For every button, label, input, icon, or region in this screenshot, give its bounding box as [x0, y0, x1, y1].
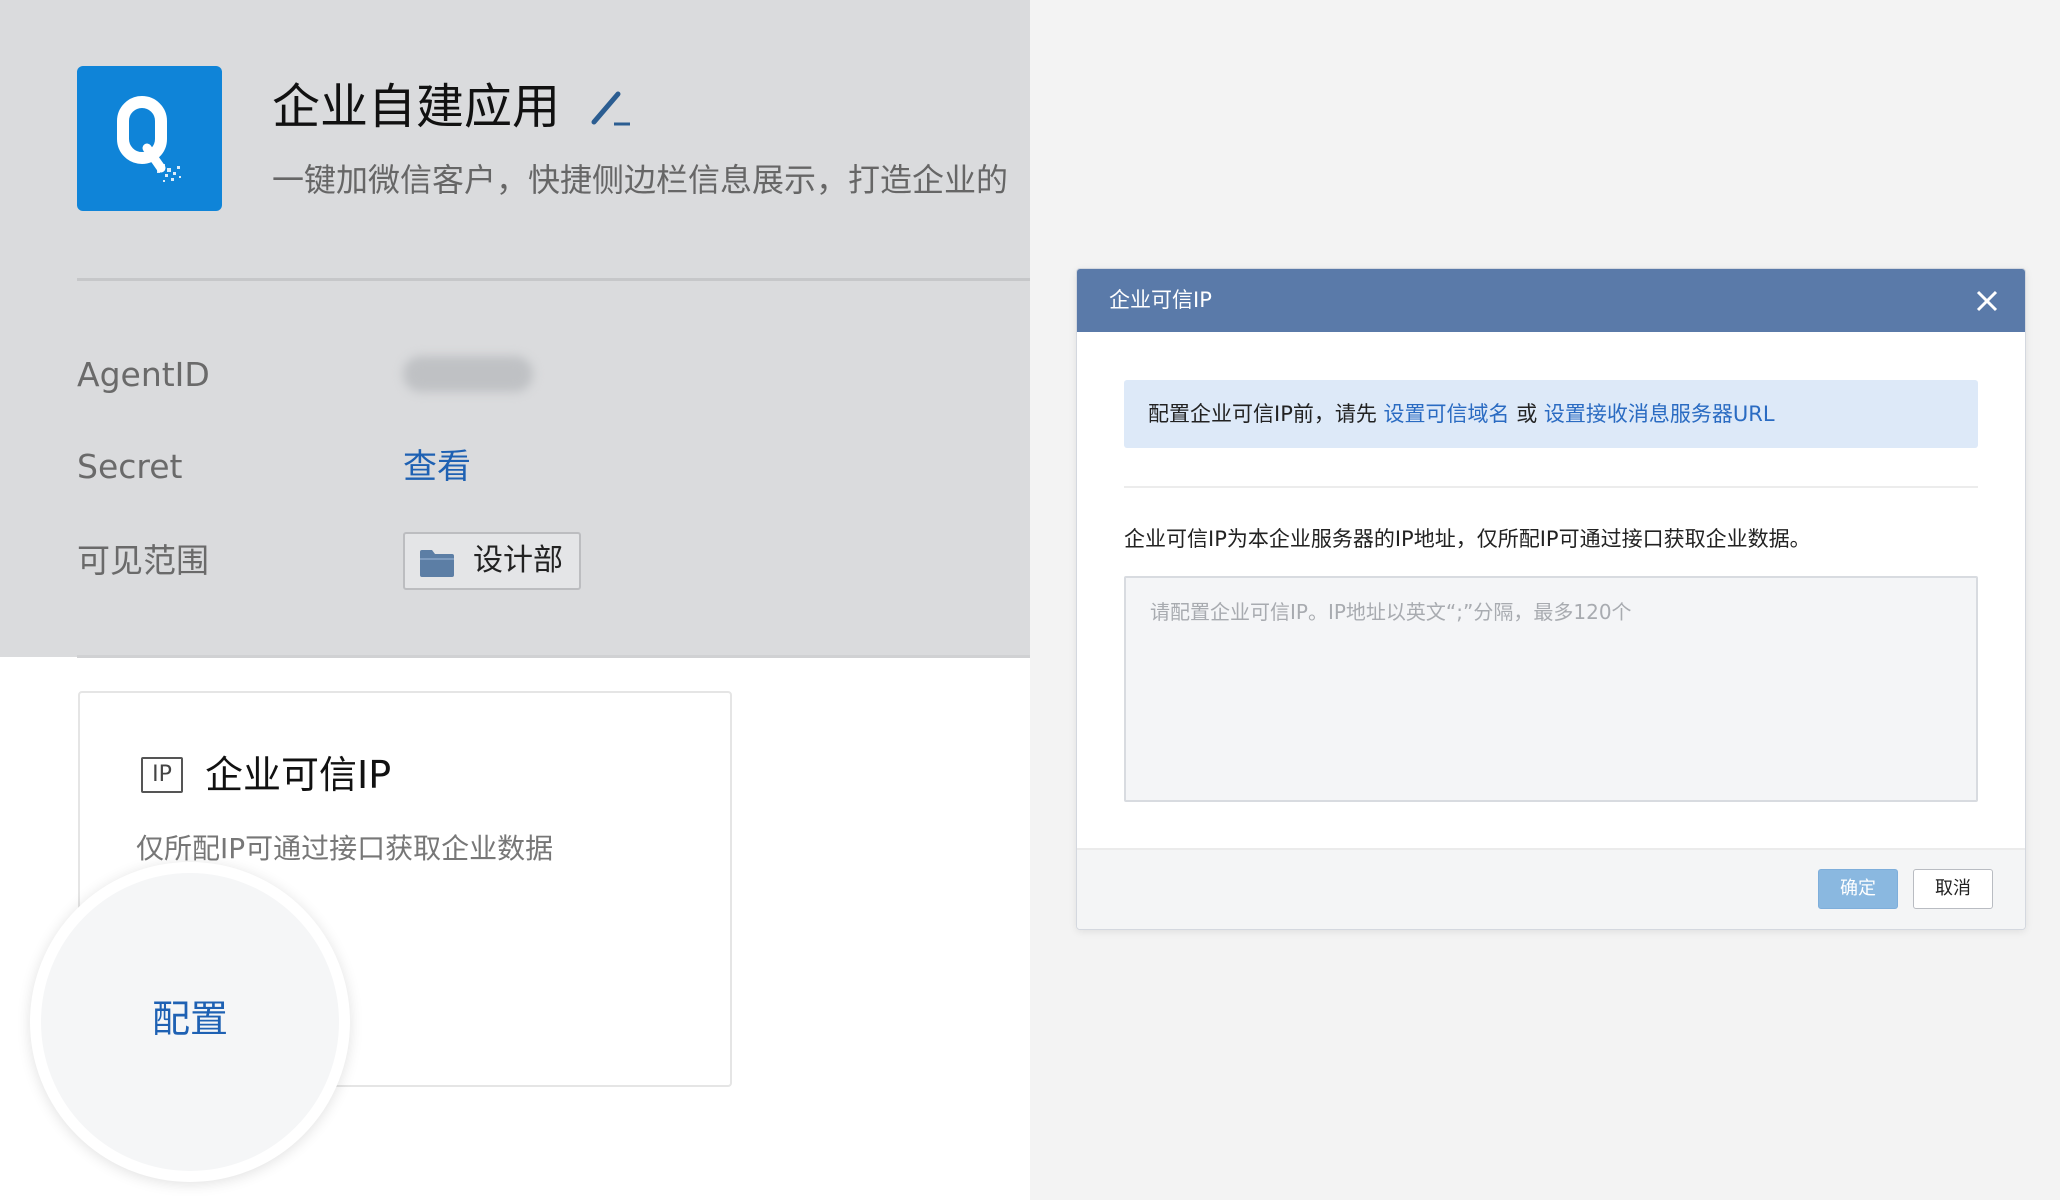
secret-view-link[interactable]: 查看: [403, 444, 471, 490]
dialog-title: 企业可信IP: [1109, 288, 1212, 312]
app-description: 一键加微信客户，快捷侧边栏信息展示，打造企业的: [272, 161, 1009, 199]
app-detail-panel: 企业自建应用 一键加微信客户，快捷侧边栏信息展示，打造企业的 AgentID S…: [0, 0, 1030, 1200]
notice-prefix: 配置企业可信IP前，请先: [1148, 402, 1377, 426]
trusted-ip-input[interactable]: [1124, 576, 1978, 802]
dialog-backdrop: 企业可信IP 配置企业可信IP前，请先 设置可信域名 或 设置接收消息服务器UR…: [1030, 0, 2060, 1200]
agentid-value-blurred: [403, 356, 533, 392]
app-title: 企业自建应用: [272, 79, 561, 135]
dialog-footer: 确定 取消: [1077, 848, 2025, 929]
app-header-section: 企业自建应用 一键加微信客户，快捷侧边栏信息展示，打造企业的 AgentID S…: [0, 0, 1030, 658]
secret-label: Secret: [77, 447, 183, 486]
scope-department-tag[interactable]: 设计部: [403, 532, 581, 590]
divider: [1124, 486, 1978, 488]
divider: [77, 655, 1030, 658]
ip-badge-icon: IP: [141, 757, 183, 793]
visible-scope-label: 可见范围: [77, 541, 209, 580]
close-icon[interactable]: [1975, 289, 1999, 313]
app-logo: [77, 66, 222, 211]
set-message-server-url-link[interactable]: 设置接收消息服务器URL: [1544, 402, 1775, 426]
edit-icon[interactable]: [588, 86, 634, 132]
divider: [77, 278, 1030, 281]
scope-department-name: 设计部: [473, 543, 563, 578]
trusted-ip-description: 企业可信IP为本企业服务器的IP地址，仅所配IP可通过接口获取企业数据。: [1124, 527, 1811, 551]
notice-or: 或: [1516, 402, 1538, 426]
trusted-ip-card-title: 企业可信IP: [205, 753, 392, 797]
set-trusted-domain-link[interactable]: 设置可信域名: [1384, 402, 1510, 426]
confirm-button[interactable]: 确定: [1818, 869, 1898, 909]
configure-button[interactable]: 配置: [30, 862, 350, 1182]
cancel-button[interactable]: 取消: [1913, 869, 1993, 909]
dialog-header: 企业可信IP: [1077, 269, 2025, 332]
notice-text: 配置企业可信IP前，请先 设置可信域名 或 设置接收消息服务器URL: [1148, 380, 1775, 448]
agentid-label: AgentID: [77, 355, 210, 394]
trusted-ip-dialog: 企业可信IP 配置企业可信IP前，请先 设置可信域名 或 设置接收消息服务器UR…: [1076, 268, 2026, 930]
configure-button-label: 配置: [151, 997, 228, 1041]
notice-banner: 配置企业可信IP前，请先 设置可信域名 或 设置接收消息服务器URL: [1124, 380, 1978, 448]
folder-icon: [419, 548, 455, 578]
